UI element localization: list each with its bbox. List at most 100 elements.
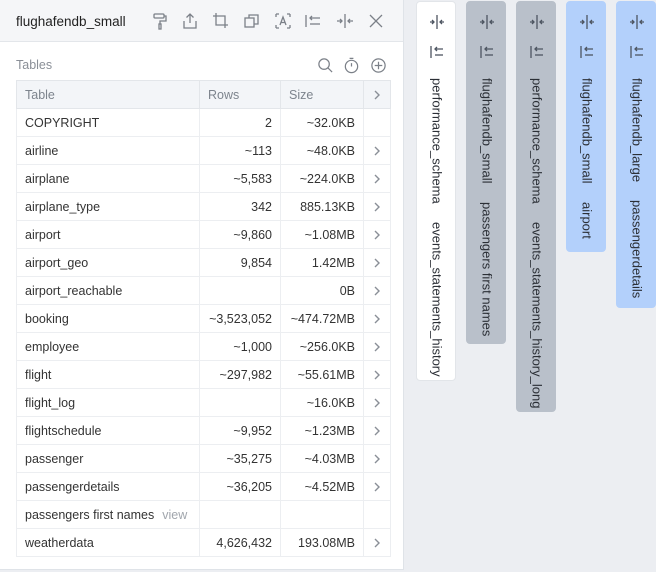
table-name-cell[interactable]: weatherdata <box>16 528 200 557</box>
tables-section-label: Tables <box>16 58 53 72</box>
table-name-cell[interactable]: passenger <box>16 444 200 473</box>
table-name: employee <box>25 339 80 354</box>
crop-icon[interactable] <box>211 11 231 31</box>
table-name-cell[interactable]: airport_reachable <box>16 276 200 305</box>
tab-table-name: passengerdetails <box>629 200 645 299</box>
table-name-cell[interactable]: airport_geo <box>16 248 200 277</box>
split-columns-icon[interactable] <box>617 12 656 32</box>
tab-database-name: flughafendb_small <box>579 78 595 184</box>
header-expand-button[interactable] <box>363 80 391 109</box>
size-cell: ~4.52MB <box>280 472 364 501</box>
split-columns-icon[interactable] <box>517 12 557 32</box>
table-row[interactable]: flightschedule ~9,952 ~1.23MB <box>16 416 391 445</box>
split-columns-icon[interactable] <box>417 12 457 32</box>
size-cell: ~256.0KB <box>280 332 364 361</box>
size-cell: ~55.61MB <box>280 360 364 389</box>
table-row[interactable]: employee ~1,000 ~256.0KB <box>16 332 391 361</box>
collapse-left-icon[interactable] <box>567 42 607 62</box>
search-icon[interactable] <box>315 55 335 75</box>
row-count-cell: 9,854 <box>199 248 281 277</box>
table-name-cell[interactable]: airport <box>16 220 200 249</box>
table-name-cell[interactable]: COPYRIGHT <box>16 108 200 137</box>
table-name-cell[interactable]: passengers first names view <box>16 500 200 529</box>
table-name-cell[interactable]: booking <box>16 304 200 333</box>
size-cell: 193.08MB <box>280 528 364 557</box>
column-header-rows[interactable]: Rows <box>199 80 281 109</box>
row-expand-button[interactable] <box>363 388 391 417</box>
table-row[interactable]: airplane_type 342 885.13KB <box>16 192 391 221</box>
tab-label: performance_schema events_statements_hist… <box>517 78 557 408</box>
row-expand-button[interactable] <box>363 416 391 445</box>
row-expand-button[interactable] <box>363 220 391 249</box>
table-name-cell[interactable]: flight <box>16 360 200 389</box>
row-expand-button[interactable] <box>363 248 391 277</box>
table-name-cell[interactable]: airline <box>16 136 200 165</box>
table-name-cell[interactable]: employee <box>16 332 200 361</box>
row-count-cell: ~5,583 <box>199 164 281 193</box>
row-expand-button[interactable] <box>363 164 391 193</box>
collapse-left-icon[interactable] <box>417 42 457 62</box>
row-count-cell: ~36,205 <box>199 472 281 501</box>
table-row[interactable]: airplane ~5,583 ~224.0KB <box>16 164 391 193</box>
table-name: weatherdata <box>25 535 94 550</box>
result-tab[interactable]: performance_schema events_statements_hist… <box>516 1 556 412</box>
table-row[interactable]: weatherdata 4,626,432 193.08MB <box>16 528 391 557</box>
collapse-left-icon[interactable] <box>467 42 507 62</box>
table-row[interactable]: booking ~3,523,052 ~474.72MB <box>16 304 391 333</box>
chevron-right-icon <box>365 286 390 296</box>
collapse-left-icon[interactable] <box>517 42 557 62</box>
column-header-size[interactable]: Size <box>280 80 364 109</box>
view-badge: view <box>162 507 188 522</box>
split-columns-icon[interactable] <box>567 12 607 32</box>
table-name-cell[interactable]: flightschedule <box>16 416 200 445</box>
table-row[interactable]: airline ~113 ~48.0KB <box>16 136 391 165</box>
close-icon[interactable] <box>366 11 386 31</box>
tables-panel: flughafendb_small Tables Table Rows Size… <box>0 0 404 570</box>
row-expand-button[interactable] <box>363 528 391 557</box>
table-name: airline <box>25 143 59 158</box>
table-row[interactable]: COPYRIGHT 2 ~32.0KB <box>16 108 391 137</box>
row-expand-button <box>363 500 391 529</box>
row-expand-button[interactable] <box>363 304 391 333</box>
row-expand-button[interactable] <box>363 136 391 165</box>
column-header-table[interactable]: Table <box>16 80 200 109</box>
size-cell: 885.13KB <box>280 192 364 221</box>
table-row[interactable]: airport_reachable 0B <box>16 276 391 305</box>
result-tab[interactable]: flughafendb_small airport <box>566 1 606 252</box>
table-row[interactable]: passengerdetails ~36,205 ~4.52MB <box>16 472 391 501</box>
row-expand-button[interactable] <box>363 472 391 501</box>
split-columns-icon[interactable] <box>467 12 507 32</box>
result-tab[interactable]: performance_schema events_statements_hist… <box>416 1 456 381</box>
paint-roller-icon[interactable] <box>150 11 170 31</box>
collapse-left-icon[interactable] <box>303 11 323 31</box>
table-row[interactable]: flight_log ~16.0KB <box>16 388 391 417</box>
table-name-cell[interactable]: flight_log <box>16 388 200 417</box>
row-expand-button[interactable] <box>363 332 391 361</box>
table-name-cell[interactable]: airplane <box>16 164 200 193</box>
table-name-cell[interactable]: airplane_type <box>16 192 200 221</box>
row-expand-button[interactable] <box>363 444 391 473</box>
font-icon[interactable] <box>273 11 293 31</box>
size-cell <box>280 500 364 529</box>
result-tab[interactable]: flughafendb_small passengers first names <box>466 1 506 344</box>
add-icon[interactable] <box>368 55 388 75</box>
table-row[interactable]: flight ~297,982 ~55.61MB <box>16 360 391 389</box>
copy-icon[interactable] <box>242 11 262 31</box>
export-icon[interactable] <box>180 11 200 31</box>
split-columns-icon[interactable] <box>335 11 355 31</box>
timer-icon[interactable] <box>341 55 361 75</box>
row-expand-button[interactable] <box>363 192 391 221</box>
row-expand-button[interactable] <box>363 276 391 305</box>
table-row[interactable]: airport_geo 9,854 1.42MB <box>16 248 391 277</box>
result-tab[interactable]: flughafendb_large passengerdetails <box>616 1 656 308</box>
table-name: airport_geo <box>25 255 89 270</box>
tab-label: flughafendb_small passengers first names <box>467 78 507 336</box>
row-expand-button[interactable] <box>363 360 391 389</box>
table-name-cell[interactable]: passengerdetails <box>16 472 200 501</box>
table-row[interactable]: airport ~9,860 ~1.08MB <box>16 220 391 249</box>
row-expand-button <box>363 108 391 137</box>
table-row[interactable]: passenger ~35,275 ~4.03MB <box>16 444 391 473</box>
table-row[interactable]: passengers first names view <box>16 500 391 529</box>
collapse-left-icon[interactable] <box>617 42 656 62</box>
tab-label: flughafendb_large passengerdetails <box>617 78 656 298</box>
